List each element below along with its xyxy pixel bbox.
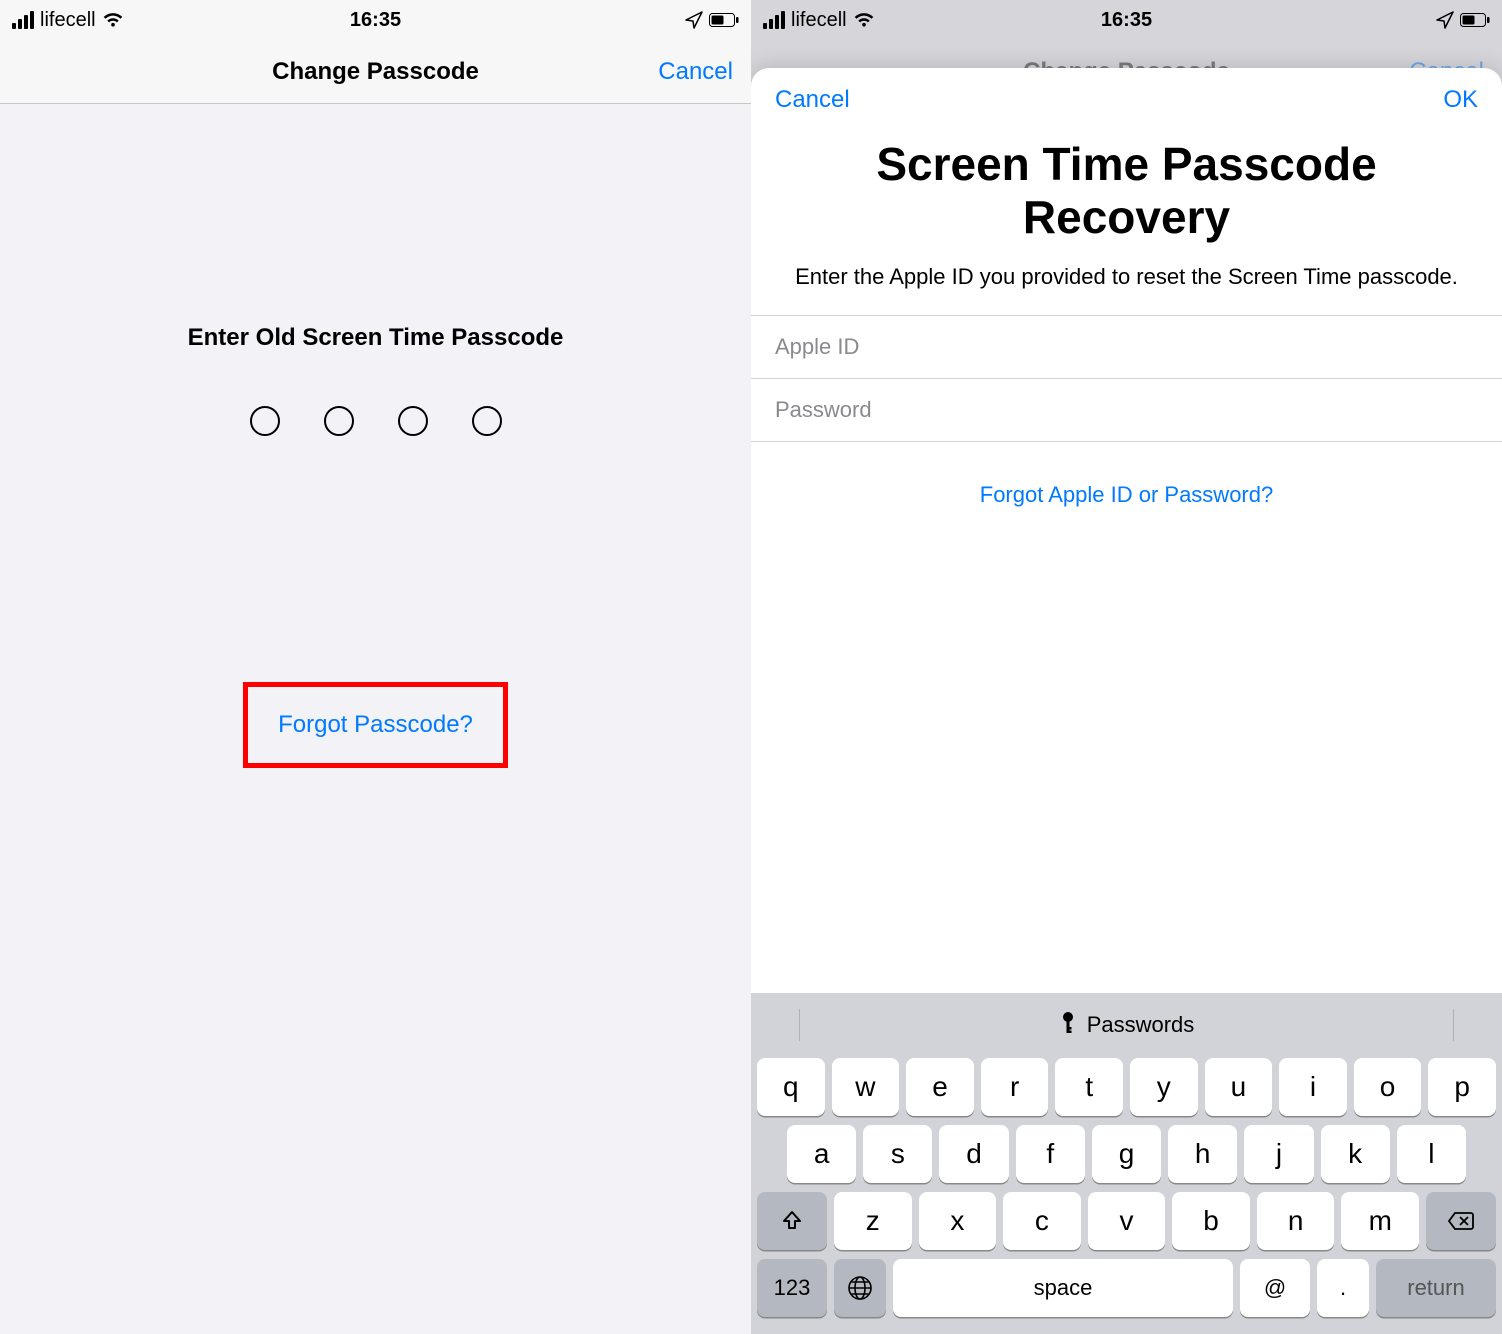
key-n[interactable]: n xyxy=(1257,1192,1335,1250)
key-return[interactable]: return xyxy=(1376,1259,1496,1317)
key-u[interactable]: u xyxy=(1205,1058,1273,1116)
passcode-dot xyxy=(398,406,428,436)
key-d[interactable]: d xyxy=(939,1125,1008,1183)
forgot-passcode-link[interactable]: Forgot Passcode? xyxy=(278,711,473,739)
keyboard-row-4: 123 space @ . return xyxy=(757,1259,1496,1317)
sheet-subtitle: Enter the Apple ID you provided to reset… xyxy=(751,248,1502,316)
suggestion-label: Passwords xyxy=(1087,1012,1195,1038)
location-icon xyxy=(1436,11,1454,29)
key-a[interactable]: a xyxy=(787,1125,856,1183)
key-icon xyxy=(1059,1011,1077,1039)
signal-icon xyxy=(12,11,34,29)
key-c[interactable]: c xyxy=(1003,1192,1081,1250)
battery-icon xyxy=(1460,13,1490,27)
key-space[interactable]: space xyxy=(893,1259,1233,1317)
carrier-label: lifecell xyxy=(791,9,847,32)
forgot-apple-id-link[interactable]: Forgot Apple ID or Password? xyxy=(751,442,1502,528)
status-bar: lifecell 16:35 xyxy=(751,0,1502,40)
location-icon xyxy=(685,11,703,29)
apple-id-field-row xyxy=(751,316,1502,379)
key-j[interactable]: j xyxy=(1244,1125,1313,1183)
cancel-button[interactable]: Cancel xyxy=(658,58,733,86)
key-t[interactable]: t xyxy=(1055,1058,1123,1116)
key-m[interactable]: m xyxy=(1341,1192,1419,1250)
apple-id-field[interactable] xyxy=(775,334,1478,360)
keyboard-suggestion-bar[interactable]: Passwords xyxy=(757,1001,1496,1049)
wifi-icon xyxy=(102,12,124,28)
key-k[interactable]: k xyxy=(1321,1125,1390,1183)
key-at[interactable]: @ xyxy=(1240,1259,1310,1317)
key-backspace[interactable] xyxy=(1426,1192,1496,1250)
key-f[interactable]: f xyxy=(1016,1125,1085,1183)
carrier-label: lifecell xyxy=(40,9,96,32)
nav-bar: Change Passcode Cancel xyxy=(0,40,751,104)
clock: 16:35 xyxy=(1101,9,1152,32)
key-y[interactable]: y xyxy=(1130,1058,1198,1116)
passcode-field[interactable] xyxy=(250,406,502,436)
key-o[interactable]: o xyxy=(1354,1058,1422,1116)
sheet-title: Screen Time Passcode Recovery xyxy=(751,122,1502,248)
key-p[interactable]: p xyxy=(1428,1058,1496,1116)
passcode-dot xyxy=(472,406,502,436)
forgot-passcode-highlight: Forgot Passcode? xyxy=(243,682,508,768)
key-dot[interactable]: . xyxy=(1317,1259,1369,1317)
battery-icon xyxy=(709,13,739,27)
screen-recovery: lifecell 16:35 Change Passcode Cancel Ca… xyxy=(751,0,1502,1334)
key-e[interactable]: e xyxy=(906,1058,974,1116)
password-field[interactable] xyxy=(775,397,1478,423)
passcode-prompt: Enter Old Screen Time Passcode xyxy=(188,324,564,352)
recovery-sheet: Cancel OK Screen Time Passcode Recovery … xyxy=(751,68,1502,1334)
key-x[interactable]: x xyxy=(919,1192,997,1250)
passcode-dot xyxy=(250,406,280,436)
key-b[interactable]: b xyxy=(1172,1192,1250,1250)
keyboard-row-1: q w e r t y u i o p xyxy=(757,1058,1496,1116)
screen-change-passcode: lifecell 16:35 Change Passcode Cancel En… xyxy=(0,0,751,1334)
key-z[interactable]: z xyxy=(834,1192,912,1250)
key-h[interactable]: h xyxy=(1168,1125,1237,1183)
key-shift[interactable] xyxy=(757,1192,827,1250)
wifi-icon xyxy=(853,12,875,28)
clock: 16:35 xyxy=(350,9,401,32)
key-w[interactable]: w xyxy=(832,1058,900,1116)
passcode-dot xyxy=(324,406,354,436)
key-globe[interactable] xyxy=(834,1259,886,1317)
keyboard-row-3: z x c v b n m xyxy=(757,1192,1496,1250)
cancel-button[interactable]: Cancel xyxy=(775,86,850,114)
key-s[interactable]: s xyxy=(863,1125,932,1183)
key-q[interactable]: q xyxy=(757,1058,825,1116)
key-l[interactable]: l xyxy=(1397,1125,1466,1183)
signal-icon xyxy=(763,11,785,29)
ok-button[interactable]: OK xyxy=(1443,86,1478,114)
key-123[interactable]: 123 xyxy=(757,1259,827,1317)
page-title: Change Passcode xyxy=(272,58,479,86)
key-i[interactable]: i xyxy=(1279,1058,1347,1116)
key-v[interactable]: v xyxy=(1088,1192,1166,1250)
keyboard-row-2: a s d f g h j k l xyxy=(757,1125,1496,1183)
key-r[interactable]: r xyxy=(981,1058,1049,1116)
password-field-row xyxy=(751,379,1502,442)
keyboard: Passwords q w e r t y u i o p a s d f g … xyxy=(751,993,1502,1334)
status-bar: lifecell 16:35 xyxy=(0,0,751,40)
key-g[interactable]: g xyxy=(1092,1125,1161,1183)
